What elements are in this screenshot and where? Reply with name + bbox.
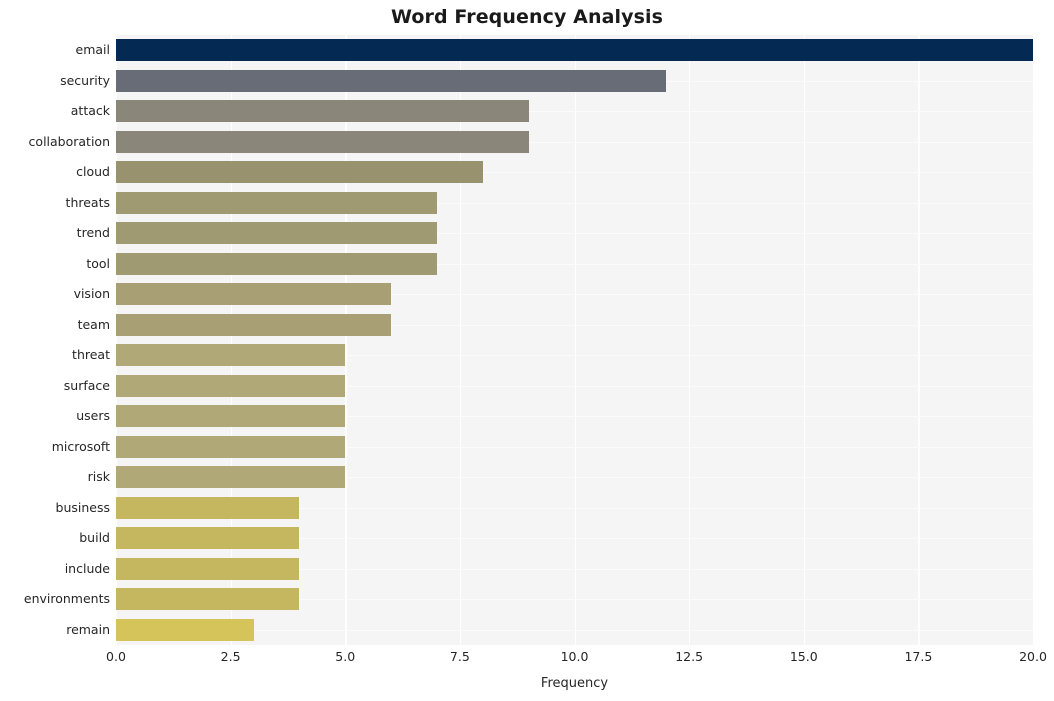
- bar-row: [116, 496, 1033, 519]
- bar-row: [116, 344, 1033, 367]
- bar-business[interactable]: [116, 496, 300, 519]
- x-axis-title: Frequency: [540, 676, 609, 691]
- y-axis-label-threats: threats: [65, 194, 110, 210]
- bar-attack[interactable]: [116, 100, 529, 123]
- bar-row: [116, 100, 1033, 123]
- bar-row: [116, 130, 1033, 153]
- bars-container: [116, 35, 1033, 645]
- x-tick-12.5: 12.5: [675, 649, 704, 664]
- y-axis-label-risk: risk: [87, 469, 110, 485]
- bar-row: [116, 374, 1033, 397]
- chart-title: Word Frequency Analysis: [390, 6, 664, 28]
- y-axis-label-trend: trend: [76, 225, 110, 241]
- bar-row: [116, 283, 1033, 306]
- bar-row: [116, 405, 1033, 428]
- x-tick-0.0: 0.0: [106, 649, 126, 664]
- chart-figure: Word Frequency Analysis email security att…: [0, 0, 1054, 701]
- bar-security[interactable]: [116, 69, 667, 92]
- bar-surface[interactable]: [116, 374, 346, 397]
- plot-area: [116, 35, 1033, 645]
- bar-row: [116, 39, 1033, 62]
- y-axis-label-users: users: [76, 408, 110, 424]
- bar-include[interactable]: [116, 557, 300, 580]
- x-tick-5.0: 5.0: [335, 649, 356, 664]
- bar-row: [116, 588, 1033, 611]
- y-axis-label-tool: tool: [86, 255, 110, 271]
- y-axis-label-surface: surface: [63, 377, 110, 393]
- bar-row: [116, 313, 1033, 336]
- y-axis-label-collaboration: collaboration: [28, 133, 110, 149]
- bar-tool[interactable]: [116, 252, 437, 275]
- x-tick-20.0: 20.0: [1019, 649, 1047, 664]
- bar-collaboration[interactable]: [116, 130, 529, 153]
- bar-row: [116, 69, 1033, 92]
- bar-microsoft[interactable]: [116, 435, 346, 458]
- bar-environments[interactable]: [116, 588, 300, 611]
- bar-email[interactable]: [116, 39, 1033, 62]
- x-tick-17.5: 17.5: [904, 649, 933, 664]
- bar-threats[interactable]: [116, 191, 437, 214]
- bar-row: [116, 527, 1033, 550]
- x-tick-2.5: 2.5: [220, 649, 241, 664]
- y-axis-label-cloud: cloud: [76, 164, 110, 180]
- y-axis-label-vision: vision: [73, 286, 110, 302]
- y-axis-label-security: security: [60, 72, 110, 88]
- y-axis-label-email: email: [75, 42, 110, 58]
- x-axis-tick-labels: 0.0 2.5 5.0 7.5 10.0 12.5 15.0 17.5 20.0: [0, 649, 1054, 671]
- y-axis-label-team: team: [77, 316, 110, 332]
- bar-row: [116, 618, 1033, 641]
- bar-risk[interactable]: [116, 466, 346, 489]
- bar-row: [116, 191, 1033, 214]
- bar-row: [116, 435, 1033, 458]
- y-axis-label-threat: threat: [72, 347, 110, 363]
- y-axis-label-remain: remain: [66, 621, 110, 637]
- x-tick-7.5: 7.5: [449, 649, 470, 664]
- y-axis-label-microsoft: microsoft: [51, 438, 110, 454]
- bar-row: [116, 222, 1033, 245]
- bar-row: [116, 161, 1033, 184]
- y-axis-label-build: build: [79, 530, 110, 546]
- y-axis-label-environments: environments: [23, 591, 110, 607]
- bar-remain[interactable]: [116, 618, 254, 641]
- bar-team[interactable]: [116, 313, 392, 336]
- y-axis-label-attack: attack: [70, 103, 110, 119]
- y-axis-label-business: business: [55, 499, 110, 515]
- bar-row: [116, 557, 1033, 580]
- bar-users[interactable]: [116, 405, 346, 428]
- y-axis-category-labels: email security attack collaboration cloud thr…: [0, 35, 110, 645]
- bar-build[interactable]: [116, 527, 300, 550]
- bar-trend[interactable]: [116, 222, 437, 245]
- bar-cloud[interactable]: [116, 161, 483, 184]
- x-tick-10.0: 10.0: [560, 649, 589, 664]
- bar-threat[interactable]: [116, 344, 346, 367]
- bar-vision[interactable]: [116, 283, 392, 306]
- x-tick-15.0: 15.0: [789, 649, 818, 664]
- y-axis-label-include: include: [64, 560, 110, 576]
- bar-row: [116, 252, 1033, 275]
- bar-row: [116, 466, 1033, 489]
